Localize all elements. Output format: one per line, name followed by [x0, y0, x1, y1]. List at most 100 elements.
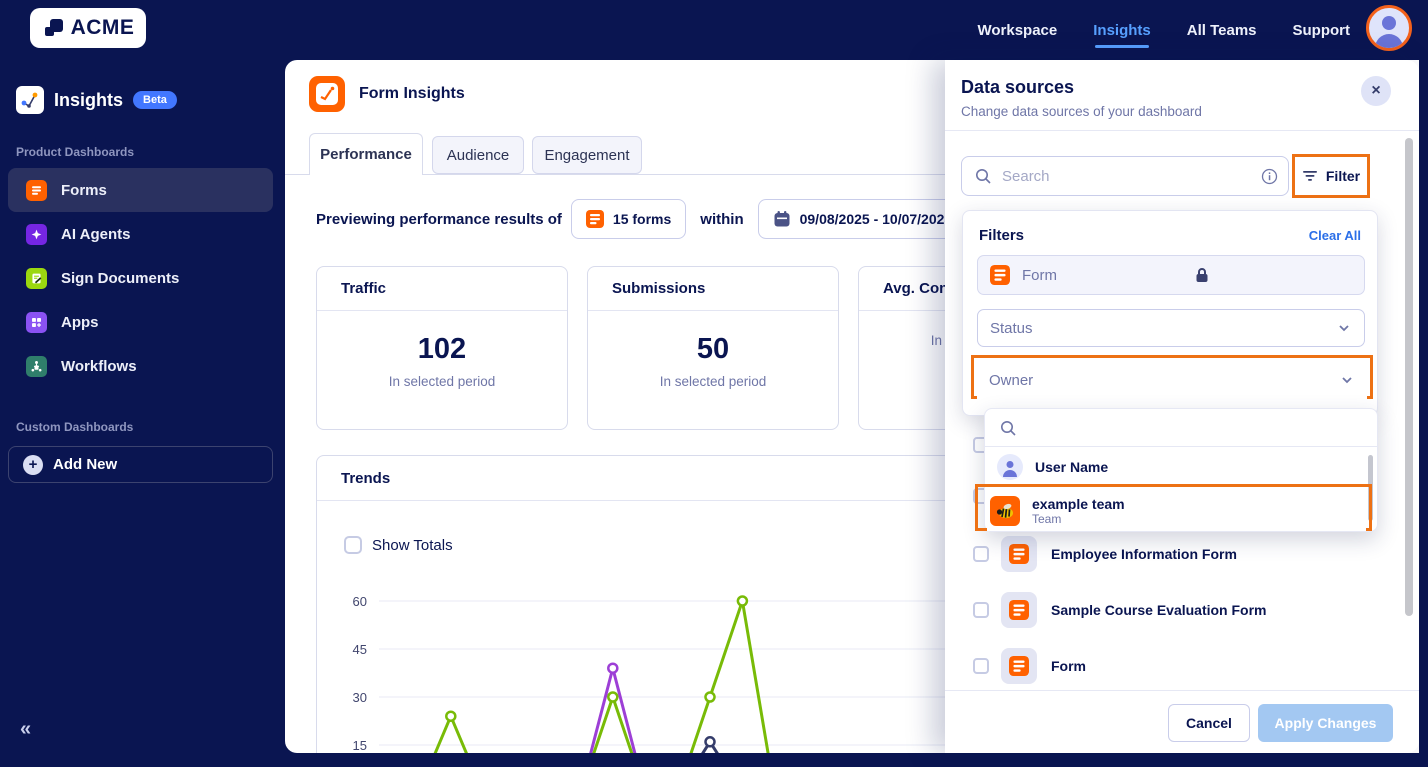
form-insights-header: Form Insights — [309, 76, 465, 112]
owner-option-user-name: User Name — [1035, 459, 1109, 475]
form-list-item[interactable]: Employee Information Form — [945, 536, 1395, 572]
forms-count-label: 15 forms — [612, 211, 672, 227]
person-icon — [1369, 8, 1409, 48]
traffic-value: 102 — [417, 333, 467, 365]
nav-all-teams[interactable]: All Teams — [1187, 0, 1257, 60]
form-tile-icon — [1001, 536, 1037, 572]
apps-icon — [26, 311, 47, 333]
form-title: Sample Course Evaluation Form — [1051, 602, 1267, 618]
sidebar: Insights Beta Product Dashboards Forms A… — [0, 60, 285, 767]
form-insights-icon — [309, 76, 345, 112]
clear-all-link[interactable]: Clear All — [1309, 228, 1361, 243]
nav-support[interactable]: Support — [1293, 0, 1351, 60]
form-list-item[interactable]: Form — [945, 648, 1395, 684]
search-icon — [1001, 420, 1016, 436]
submissions-subtitle: In selected period — [659, 374, 767, 389]
y-tick-30: 30 — [352, 690, 367, 705]
apply-changes-button[interactable]: Apply Changes — [1258, 704, 1393, 742]
sidebar-item-apps[interactable]: Apps — [8, 300, 273, 344]
status-select[interactable]: Status — [977, 309, 1365, 347]
collapse-sidebar-button[interactable]: « — [20, 718, 31, 741]
close-icon[interactable]: × — [1361, 76, 1391, 106]
owner-option-team[interactable]: example team Team — [987, 490, 1366, 531]
insights-app-icon — [16, 86, 44, 114]
traffic-card-title: Traffic — [317, 267, 567, 311]
owner-option-user[interactable]: User Name — [985, 449, 1377, 485]
tab-engagement[interactable]: Engagement — [532, 136, 642, 174]
drawer-search — [961, 156, 1289, 196]
owner-dropdown-search[interactable] — [985, 409, 1377, 447]
plus-icon: + — [23, 454, 43, 475]
date-range-label: 09/08/2025 - 10/07/2025 — [799, 211, 953, 227]
user-avatar-icon — [997, 454, 1023, 480]
show-totals-control: Show Totals — [344, 536, 453, 554]
form-icon — [1009, 656, 1029, 676]
drawer-title: Data sources — [961, 77, 1075, 97]
top-nav: Workspace Insights All Teams Support — [977, 0, 1350, 60]
owner-select[interactable]: Owner — [977, 361, 1367, 399]
add-new-button[interactable]: + Add New — [8, 446, 273, 483]
sidebar-item-label: Workflows — [61, 357, 137, 375]
cancel-button[interactable]: Cancel — [1168, 704, 1250, 742]
form-filter-locked: Form — [977, 255, 1365, 295]
team-option-text: example team Team — [1032, 496, 1125, 526]
drawer-subtitle: Change data sources of your dashboard — [961, 104, 1202, 119]
form-list-item[interactable]: Sample Course Evaluation Form — [945, 592, 1395, 628]
nav-insights[interactable]: Insights — [1093, 0, 1151, 60]
drawer-footer: Cancel Apply Changes — [945, 690, 1419, 753]
logo-text: ACME — [70, 16, 135, 39]
form-checkbox[interactable] — [973, 658, 989, 674]
form-filter-label: Form — [1022, 266, 1057, 284]
sidebar-app-name: Insights — [54, 89, 124, 110]
form-checkbox[interactable] — [973, 546, 989, 562]
team-bee-avatar — [990, 495, 1020, 526]
form-title: Employee Information Form — [1051, 546, 1237, 562]
preview-row: Previewing performance results of 15 for… — [316, 199, 1050, 239]
data-sources-drawer: Data sources Change data sources of your… — [945, 60, 1419, 753]
y-tick-45: 45 — [352, 642, 367, 657]
sidebar-item-forms[interactable]: Forms — [8, 168, 273, 212]
lock-icon — [1193, 266, 1352, 284]
drawer-scrollbar[interactable] — [1405, 138, 1413, 616]
user-avatar[interactable] — [1366, 5, 1412, 51]
show-totals-label: Show Totals — [372, 536, 453, 554]
page-title: Form Insights — [359, 85, 465, 102]
sidebar-item-workflows[interactable]: Workflows — [8, 344, 273, 388]
add-new-label: Add New — [53, 456, 118, 473]
topbar: ACME Workspace Insights All Teams Suppor… — [0, 0, 1428, 60]
product-dashboards-label: Product Dashboards — [16, 145, 135, 159]
nav-workspace[interactable]: Workspace — [977, 0, 1057, 60]
sidebar-item-label: Forms — [61, 181, 107, 199]
y-tick-60: 60 — [352, 594, 367, 609]
submissions-value: 50 — [696, 333, 730, 365]
filters-popup: Filters Clear All Form Status Owner — [962, 210, 1378, 416]
forms-count-button[interactable]: 15 forms — [570, 199, 687, 239]
y-tick-15: 15 — [352, 738, 367, 753]
within-label: within — [700, 210, 744, 228]
sidebar-item-sign-documents[interactable]: Sign Documents — [8, 256, 273, 300]
filter-button-label: Filter — [1325, 168, 1361, 184]
forms-icon — [26, 179, 47, 201]
owner-label: Owner — [989, 371, 1034, 389]
filters-title: Filters — [979, 227, 1025, 244]
team-name: example team — [1032, 495, 1125, 512]
beta-badge: Beta — [133, 91, 177, 109]
tab-performance[interactable]: Performance — [309, 133, 423, 175]
sidebar-menu: Forms AI Agents Sign Documents Apps Work… — [8, 168, 273, 388]
preview-label: Previewing performance results of — [316, 210, 562, 228]
search-input[interactable] — [1002, 167, 1251, 185]
form-tile-icon — [1001, 592, 1037, 628]
team-annotation-box: example team Team — [975, 484, 1372, 531]
show-totals-checkbox[interactable] — [344, 536, 362, 554]
drawer-header-divider — [945, 130, 1419, 131]
traffic-card: Traffic 102 In selected period — [316, 266, 568, 430]
submissions-card-title: Submissions — [588, 267, 838, 311]
acme-logo-icon — [42, 16, 66, 40]
tab-audience[interactable]: Audience — [432, 136, 524, 174]
acme-logo[interactable]: ACME — [30, 8, 146, 48]
form-checkbox[interactable] — [973, 602, 989, 618]
form-icon — [585, 210, 604, 228]
filter-button[interactable]: Filter — [1298, 160, 1364, 192]
owner-annotation-box: Owner — [971, 355, 1373, 399]
sidebar-item-ai-agents[interactable]: AI Agents — [8, 212, 273, 256]
